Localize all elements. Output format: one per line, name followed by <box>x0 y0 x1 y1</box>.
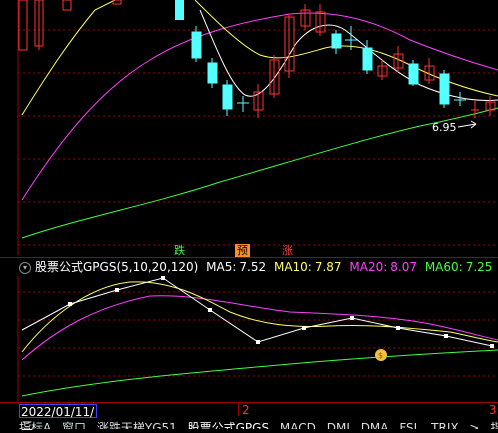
tab-indicator-a[interactable]: 指标A <box>19 421 51 429</box>
candle-down <box>175 0 184 20</box>
ma10-label: MA10: <box>273 260 312 274</box>
tab-window[interactable]: 窗口 <box>62 421 86 429</box>
ma20-label: MA20: <box>349 260 388 274</box>
signal-forecast-label: 预 <box>237 244 248 257</box>
signal-rise: 涨 <box>280 244 295 257</box>
indicator-ma20-line <box>21 295 498 361</box>
ma20-value: 8.07 <box>390 260 417 274</box>
candle-doji <box>237 96 249 112</box>
axis-tick-2 <box>238 402 239 416</box>
axis-mark-2: 2 <box>242 403 250 417</box>
indicator-ma5-line <box>21 277 493 347</box>
candle-up <box>269 55 280 98</box>
ma5-label: MA5: <box>206 260 237 274</box>
money-bag-icon: $ <box>375 349 387 361</box>
candles <box>18 0 496 118</box>
candle-up <box>253 84 264 118</box>
tab-gpgs[interactable]: 股票公式GPGS <box>188 421 269 429</box>
candle-up <box>300 4 311 30</box>
tab-more-icon[interactable]: > <box>469 421 479 429</box>
candle-up <box>471 100 479 118</box>
tab-dma[interactable]: DMA <box>361 421 389 429</box>
indicator-params: (5,10,20,120) <box>116 260 199 274</box>
indicator-tabbar: 指标A 窗口 涨跌天梯YG51 股票公式GPGS MACD DMI DMA FS… <box>0 419 498 429</box>
tab-dmi[interactable]: DMI <box>327 421 350 429</box>
candle-down <box>207 58 218 88</box>
signal-rise-label: 涨 <box>282 244 293 257</box>
ma5-line <box>199 9 498 101</box>
signal-forecast: 预 <box>235 244 250 257</box>
candle-up <box>315 4 326 36</box>
ma20-line <box>21 12 498 201</box>
candle-up <box>62 0 72 11</box>
candle-up <box>424 58 435 84</box>
ma10-line <box>21 0 498 116</box>
candle-down <box>439 70 450 108</box>
ma60-label: MA60: <box>424 260 463 274</box>
tab-indicator-end[interactable]: 指 <box>490 421 498 429</box>
ma10-value: 7.87 <box>314 260 342 274</box>
candle-up <box>18 0 28 51</box>
indicator-chart-pane[interactable]: $ <box>0 276 498 402</box>
indicator-points <box>68 276 494 348</box>
current-date: 2022/01/11/二 <box>19 404 97 433</box>
candle-down <box>222 80 233 116</box>
candle-down <box>191 26 202 62</box>
candle-down <box>331 30 342 54</box>
tab-yg51[interactable]: 涨跌天梯YG51 <box>97 421 177 429</box>
ma60-value: 7.25 <box>465 260 493 274</box>
tab-macd[interactable]: MACD <box>280 421 316 429</box>
svg-text:$: $ <box>378 351 383 360</box>
candle-up <box>485 96 496 116</box>
price-chart-pane[interactable]: 6.95 <box>0 0 498 255</box>
indicator-ma60-line <box>21 349 498 397</box>
candle-up <box>34 0 44 50</box>
ma5-value: 7.52 <box>239 260 267 274</box>
signal-fall-label: 跌 <box>174 244 185 257</box>
candle-down <box>408 60 419 86</box>
grid-lines <box>18 29 498 246</box>
indicator-header: ▾ 股票公式GPGS(5,10,20,120) MA5: 7.52 MA10: 7.8… <box>0 258 498 276</box>
tab-fsl[interactable]: FSL <box>399 421 420 429</box>
price-annotation: 6.95 <box>432 121 457 134</box>
candle-up <box>393 46 404 72</box>
axis-mark-3: 3 <box>489 403 497 417</box>
ma60-line <box>21 107 498 239</box>
indicator-name[interactable]: 股票公式GPGS <box>35 260 116 274</box>
candle-up <box>284 14 295 78</box>
collapse-icon[interactable]: ▾ <box>19 261 31 274</box>
signal-fall: 跌 <box>172 244 187 257</box>
tab-trix[interactable]: TRIX <box>431 421 458 429</box>
indicator-grid-lines <box>18 291 498 377</box>
